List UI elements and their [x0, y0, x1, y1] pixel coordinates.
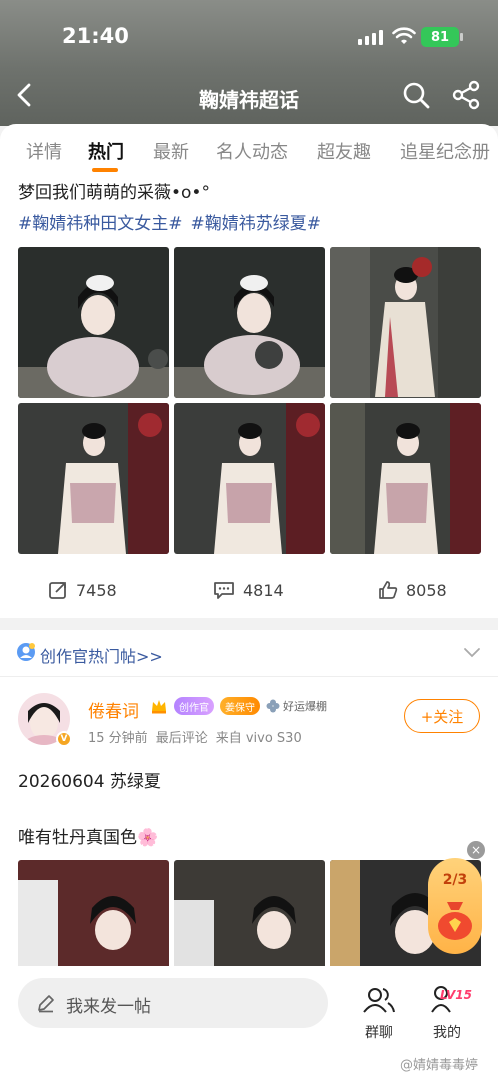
top-bar: 21:40 81 鞠婧祎超话 [0, 0, 498, 126]
repost-button[interactable]: 7458 [48, 580, 117, 600]
photo-thumbnail[interactable] [330, 403, 481, 554]
post-time: 15 分钟前 [88, 731, 148, 746]
active-tab-indicator [92, 168, 118, 172]
tab-latest[interactable]: 最新 [153, 138, 189, 164]
tab-fan-fun[interactable]: 超友趣 [317, 138, 371, 164]
gift-progress: 2/3 [442, 872, 468, 888]
comment-button[interactable]: 4814 [213, 580, 284, 600]
battery-indicator: 81 [421, 27, 459, 47]
like-button[interactable]: 8058 [378, 580, 447, 600]
verified-badge-icon: V [56, 731, 72, 747]
crown-icon [152, 700, 166, 714]
photo-thumbnail[interactable] [330, 247, 481, 398]
watermark: @婧婧毒毒婷 [400, 1058, 479, 1073]
post-meta: 15 分钟前 最后评论 来自 vivo S30 [88, 727, 310, 746]
repost-icon [49, 582, 66, 599]
luck-badge: 好运爆棚 [266, 698, 327, 714]
photo-thumbnail[interactable] [18, 403, 169, 554]
post-card-1: 详情 热门 最新 名人动态 超友趣 追星纪念册 梦回我们萌萌的采薇•o•° #鞠… [0, 124, 498, 618]
photo-thumbnail[interactable] [18, 247, 169, 398]
group-chat-label: 群聊 [365, 1025, 393, 1041]
photo-grid [18, 247, 481, 554]
post-text: 梦回我们萌萌的采薇•o•° [18, 183, 210, 203]
wifi-icon [392, 27, 416, 44]
gift-bag-icon [438, 902, 472, 940]
repost-count: 7458 [76, 580, 117, 600]
creator-hot-section: 创作官热门帖>> [0, 630, 498, 676]
compose-post-button[interactable]: 我来发一帖 [18, 978, 328, 1028]
post-source: 来自 vivo S30 [215, 731, 302, 746]
thumbs-up-icon [379, 581, 398, 599]
gift-close-button[interactable]: × [467, 841, 485, 859]
status-bar: 21:40 81 [0, 0, 498, 72]
username[interactable]: 倦春词 [88, 697, 139, 722]
tab-details[interactable]: 详情 [26, 138, 62, 164]
tab-fan-album[interactable]: 追星纪念册 [400, 138, 490, 164]
hashtag-link[interactable]: #鞠婧祎种田文女主# [18, 214, 183, 234]
photo-thumbnail[interactable] [174, 247, 325, 398]
post-last-comment: 最后评论 [155, 731, 208, 746]
group-chat-button[interactable]: 群聊 [354, 976, 404, 1042]
share-icon[interactable] [451, 80, 481, 110]
tab-celebrity-news[interactable]: 名人动态 [216, 138, 288, 164]
user-level-badge: LV15 [440, 988, 472, 1002]
tab-hot[interactable]: 热门 [88, 138, 124, 164]
pencil-icon [38, 995, 54, 1013]
post-hashtags: #鞠婧祎种田文女主# #鞠婧祎苏绿夏# [18, 209, 329, 234]
mine-label: 我的 [433, 1025, 461, 1041]
user-badges: 创作官 姜保守 好运爆棚 [150, 697, 327, 715]
group-chat-icon [363, 988, 395, 1013]
search-icon[interactable] [401, 80, 431, 110]
compose-placeholder: 我来发一帖 [66, 997, 151, 1017]
clover-icon [266, 699, 280, 713]
creator-badge-icon [17, 643, 35, 661]
battery-level: 81 [430, 29, 450, 45]
comment-count: 4814 [243, 580, 284, 600]
hashtag-link[interactable]: #鞠婧祎苏绿夏# [191, 214, 322, 234]
luck-badge-label: 好运爆棚 [283, 700, 327, 713]
creator-badge-label: 创作官 [179, 702, 209, 714]
guard-badge-label: 姜保守 [225, 702, 255, 714]
mine-button[interactable]: LV15 我的 [422, 976, 472, 1042]
like-count: 8058 [406, 580, 447, 600]
tab-bar: 详情 热门 最新 名人动态 超友趣 追星纪念册 [0, 138, 498, 168]
cellular-signal-icon [358, 30, 383, 45]
battery-tip [460, 33, 463, 41]
photo-thumbnail[interactable] [174, 403, 325, 554]
chevron-down-icon[interactable] [462, 644, 482, 660]
creator-hot-posts-link[interactable]: 创作官热门帖>> [40, 643, 163, 667]
guard-badge: 姜保守 [220, 697, 260, 715]
follow-button[interactable]: +关注 [404, 699, 480, 733]
post-text-line: 唯有牡丹真国色🌸 [18, 828, 159, 848]
creator-badge: 创作官 [174, 697, 214, 715]
status-time: 21:40 [62, 24, 129, 48]
comment-icon [214, 582, 234, 599]
post-text-line: 20260604 苏绿夏 [18, 772, 161, 792]
gift-widget[interactable]: 2/3 [428, 858, 482, 954]
post-actions: 7458 4814 8058 [0, 572, 498, 612]
post-card-2: V 倦春词 创作官 姜保守 好运爆棚 15 分钟前 最后评论 来自 vivo S30… [0, 676, 498, 987]
